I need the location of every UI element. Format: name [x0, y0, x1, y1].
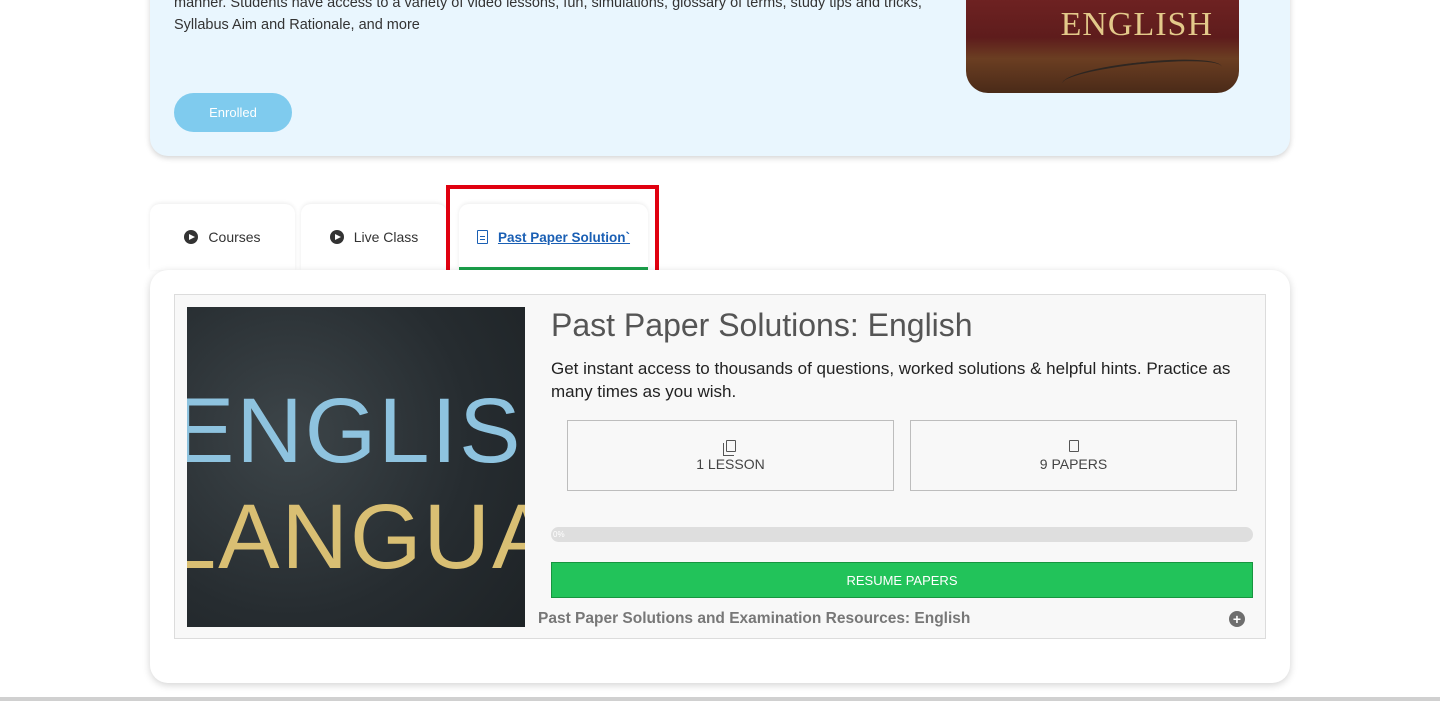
- tab-live-class-label: Live Class: [353, 229, 419, 245]
- lesson-count: 1 LESSON: [696, 455, 765, 472]
- course-description: manner. Students have access to a variet…: [174, 0, 922, 33]
- cover-title-text: ENGLISH: [1060, 6, 1213, 43]
- course-hero: manner. Students have access to a variet…: [150, 0, 1290, 156]
- lesson-count-box: 1 LESSON: [567, 420, 894, 491]
- thumbnail-text-language: LANGUAGE: [187, 486, 525, 588]
- section-title[interactable]: Past Paper Solutions and Examination Res…: [538, 610, 970, 628]
- course-cover-image: ENGLISH: [966, 0, 1239, 93]
- tab-past-paper-solution[interactable]: Past Paper Solution`: [459, 204, 648, 270]
- tab-content-panel: ENGLISH LANGUAGE Past Paper Solutions: E…: [150, 270, 1290, 683]
- resume-papers-button[interactable]: RESUME PAPERS: [551, 562, 1253, 598]
- paper-count: 9 PAPERS: [1039, 455, 1108, 472]
- progress-bar: 0%: [551, 527, 1253, 542]
- play-circle-icon: [184, 230, 199, 244]
- card-thumbnail: ENGLISH LANGUAGE: [187, 307, 525, 627]
- tab-courses[interactable]: Courses: [150, 204, 295, 270]
- card-description: Get instant access to thousands of quest…: [551, 359, 1231, 401]
- footer-divider: [0, 697, 1440, 701]
- tab-courses-label: Courses: [208, 229, 261, 245]
- glasses-graphic: [1061, 53, 1223, 93]
- paper-count-box: 9 PAPERS: [910, 420, 1237, 491]
- progress-label: 0%: [553, 530, 565, 539]
- tab-live-class[interactable]: Live Class: [301, 204, 447, 270]
- file-icon: [1068, 439, 1079, 452]
- past-paper-card: ENGLISH LANGUAGE Past Paper Solutions: E…: [174, 294, 1266, 639]
- play-circle-icon: [329, 230, 344, 244]
- copy-icon: [722, 439, 736, 456]
- thumbnail-text-english: ENGLISH: [187, 380, 525, 482]
- enrolled-button[interactable]: Enrolled: [174, 93, 292, 132]
- card-title: Past Paper Solutions: English: [551, 307, 973, 343]
- tab-past-paper-solution-label[interactable]: Past Paper Solution`: [498, 230, 630, 245]
- document-icon: [476, 230, 488, 244]
- plus-circle-icon[interactable]: +: [1229, 611, 1245, 627]
